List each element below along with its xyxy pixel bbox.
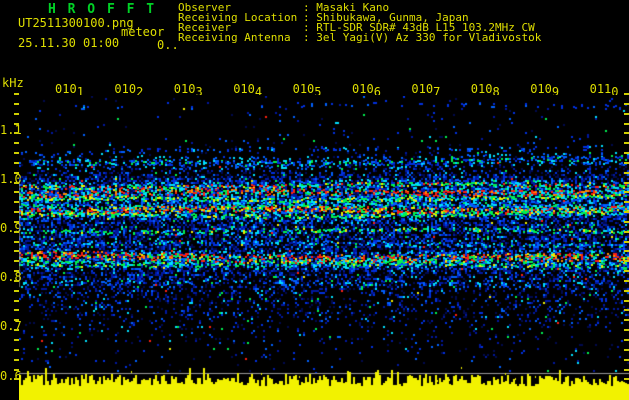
freq-tick [624,102,629,105]
freq-tick [624,171,629,174]
time-axis: 0101 0102 0103 0104 0105 0106 0107 0108 0109 0110 [0,81,629,95]
header-row: Receiving Antenna : 3el Yagi(V) Az 330 fo… [178,31,542,44]
freq-tick [624,201,629,204]
freq-tick [624,161,629,164]
freq-tick [624,181,629,184]
freq-tick [624,289,629,292]
station-info-block: Observer: Masaki Kano Receiving Location:… [178,2,542,44]
freq-tick [624,211,629,214]
freq-tick [624,329,629,332]
freq-tick [624,142,629,145]
time-label: 0106 [352,82,381,95]
freq-tick [624,368,629,371]
header-value: : 3el Yagi(V) Az 330 for Vladivostok [303,31,542,44]
time-label: 0103 [173,82,203,95]
freq-tick [624,260,629,263]
time-label: 0101 [55,82,84,95]
freq-tick [624,270,629,273]
freq-tick [624,152,629,155]
freq-tick [624,339,629,341]
freq-tick [624,319,629,322]
time-label: 0110 [589,82,619,95]
freq-tick [624,230,629,233]
time-label: 0104 [233,82,263,95]
freq-tick [624,240,629,243]
freq-tick [624,220,629,223]
app-title: H R O F F T [48,2,157,17]
hrofft-output: H R O F F T UT2511300100.png meteor 25.1… [0,0,629,400]
freq-tick [624,309,629,312]
datetime-extra-label: 0.. [157,38,179,52]
freq-tick [14,93,19,95]
time-label: 0109 [530,82,560,95]
freq-tick [624,348,629,351]
spectrogram-canvas [19,96,629,373]
freq-tick [624,279,629,282]
freq-tick [624,250,629,253]
time-label: 0107 [411,82,441,95]
meteor-label: meteor [121,25,165,39]
datetime-label: 25.11.30 01:00 [18,36,120,50]
filename-label: UT2511300100.png [18,16,134,30]
freq-tick [624,112,629,115]
freq-tick [624,132,629,135]
freq-tick [624,299,629,302]
level-meter-canvas [19,362,629,400]
freq-tick [624,191,629,194]
freq-tick [624,378,629,381]
time-label: 0102 [114,82,144,95]
header-key: Receiving Antenna [178,31,291,44]
time-label: 0105 [292,82,322,95]
freq-tick [624,122,629,125]
freq-tick [624,358,629,361]
freq-tick [624,93,629,95]
time-label: 0108 [470,82,500,95]
